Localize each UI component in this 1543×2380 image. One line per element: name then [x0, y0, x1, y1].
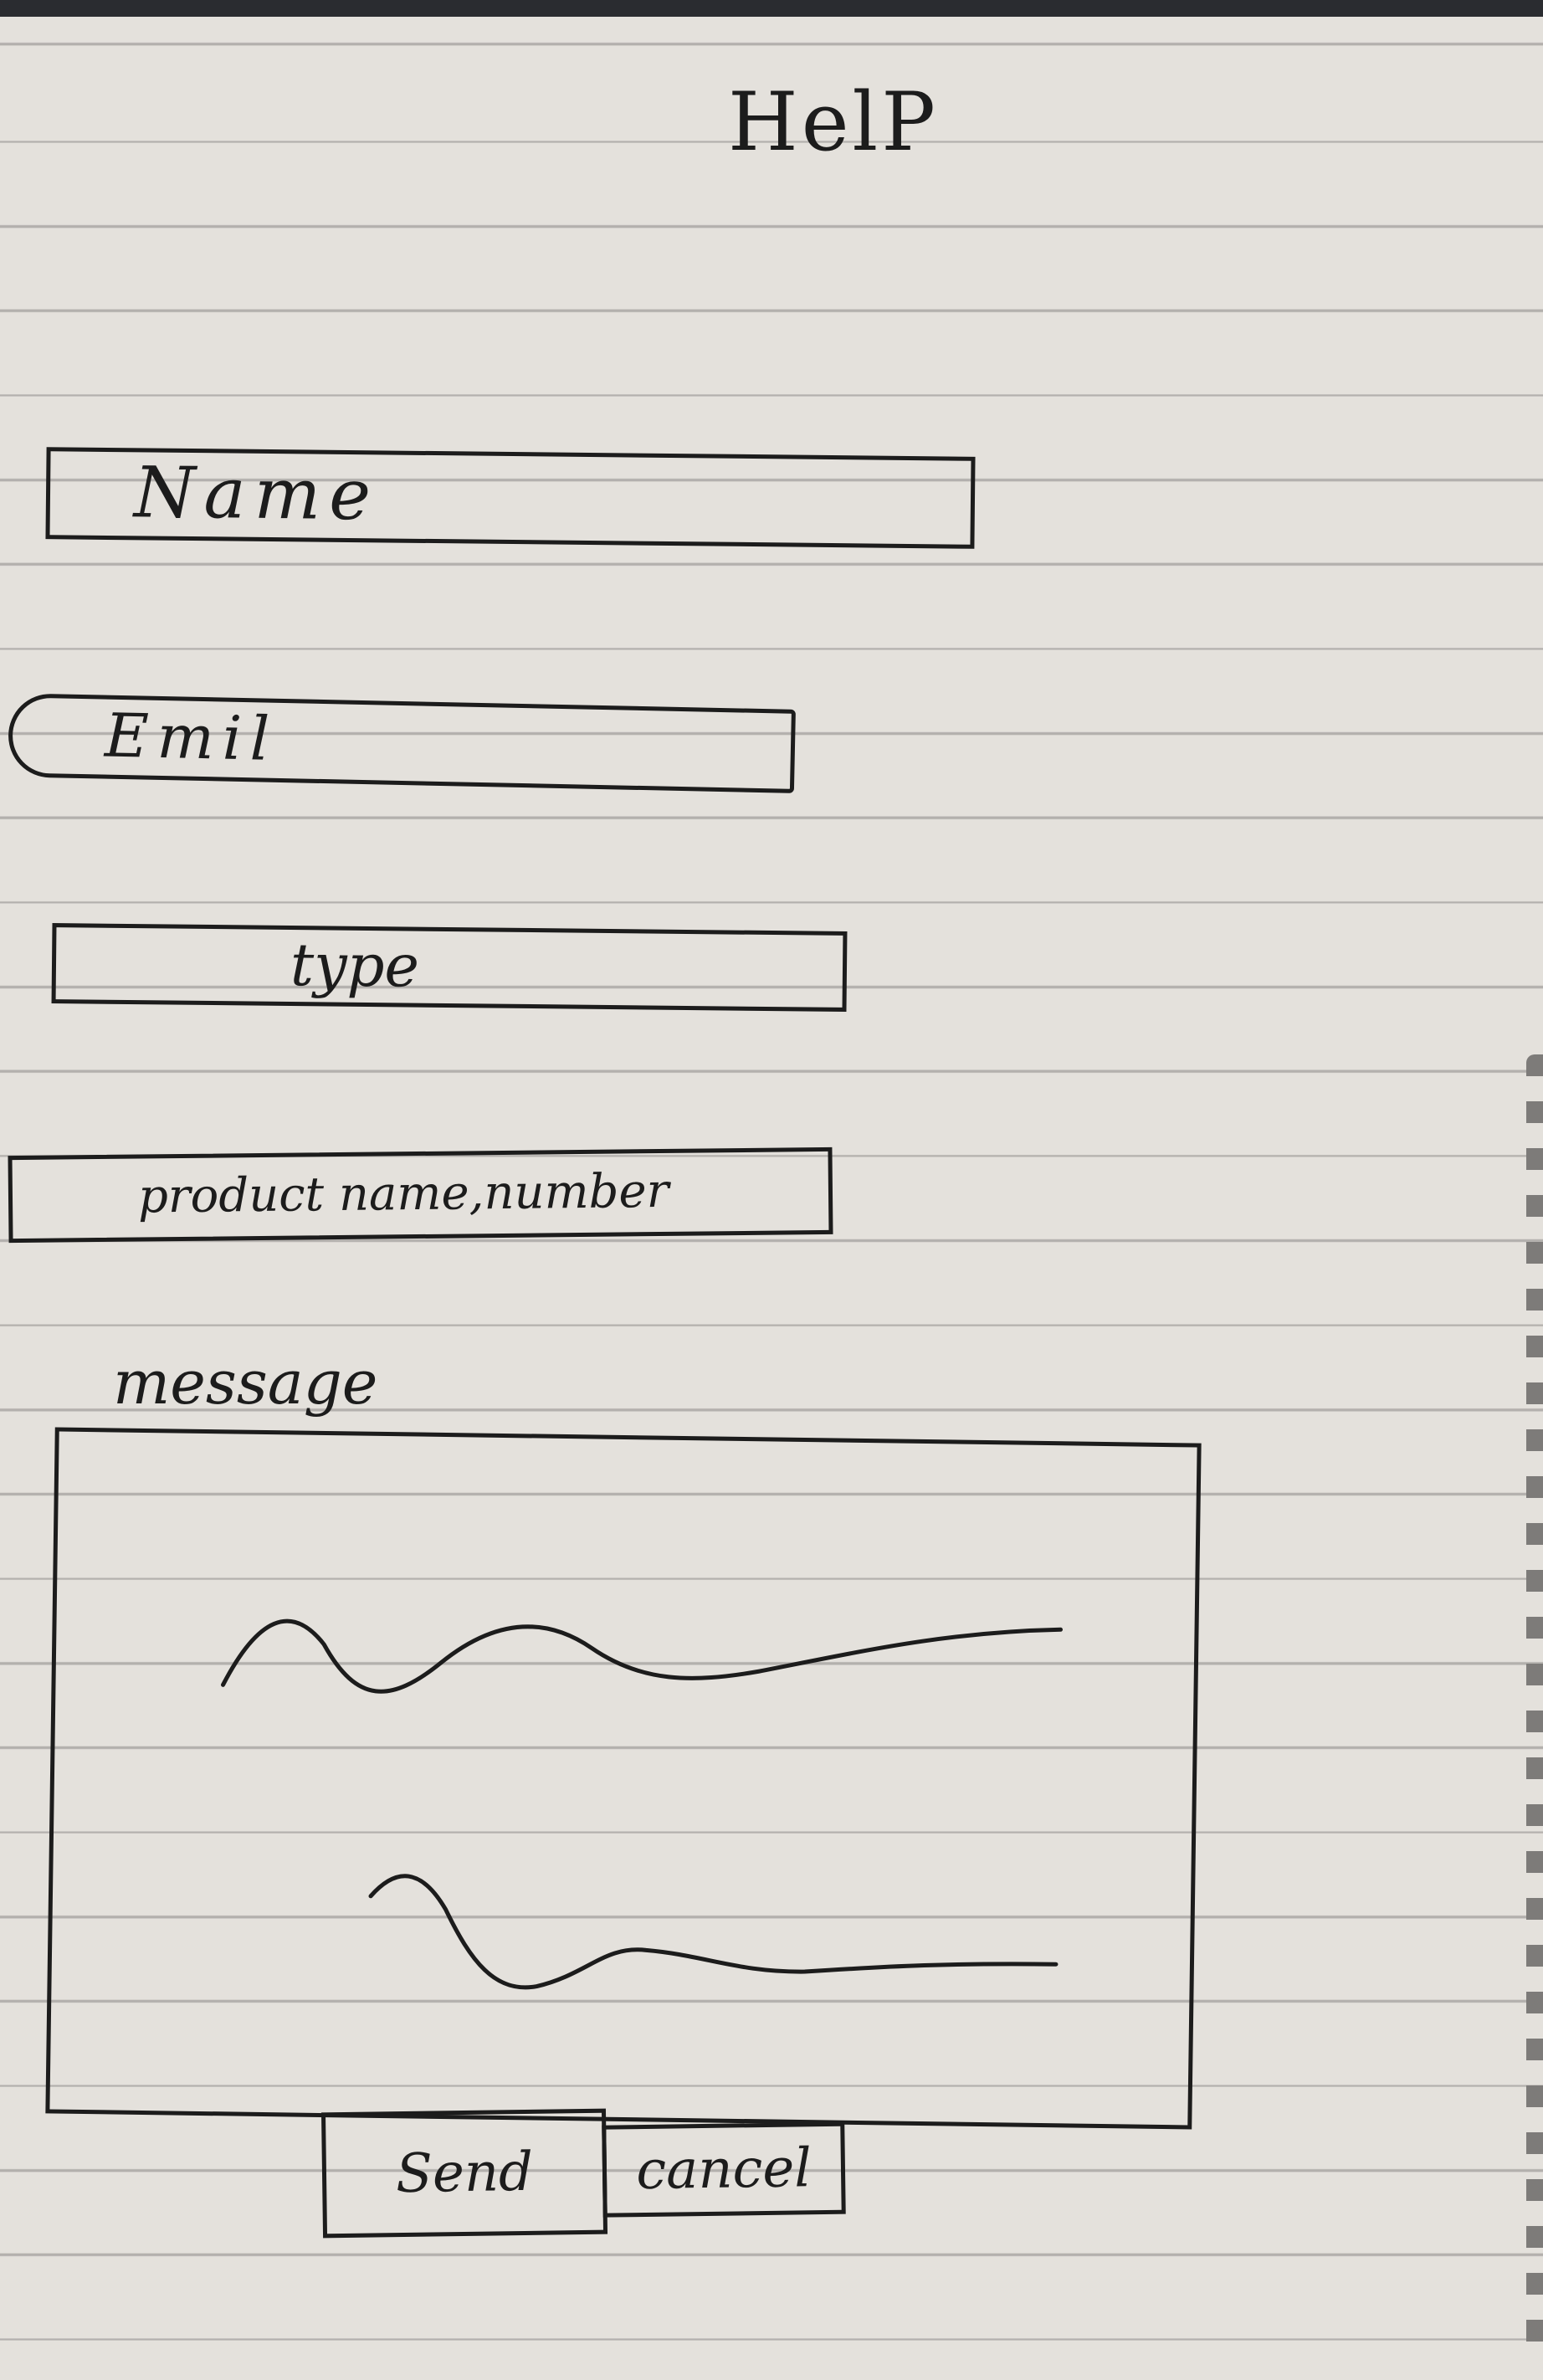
notebook-spiral-binding	[1526, 1054, 1543, 2360]
message-placeholder-squiggle-2	[368, 1874, 1059, 1990]
message-placeholder-squiggle-1	[221, 1618, 1064, 1694]
form-actions: Send cancel	[320, 2106, 846, 2239]
message-textarea[interactable]	[45, 1427, 1202, 2130]
cancel-button[interactable]: cancel	[602, 2121, 846, 2218]
message-label: message	[113, 1347, 378, 1418]
photo-top-edge	[0, 0, 1543, 17]
send-button[interactable]: Send	[320, 2108, 608, 2239]
page-title: HelP	[728, 75, 939, 169]
product-name-number-field[interactable]: product name,number	[8, 1146, 833, 1244]
name-field[interactable]: Name	[45, 447, 976, 549]
type-field[interactable]: type	[51, 923, 848, 1012]
email-field[interactable]: Emil	[8, 693, 796, 793]
